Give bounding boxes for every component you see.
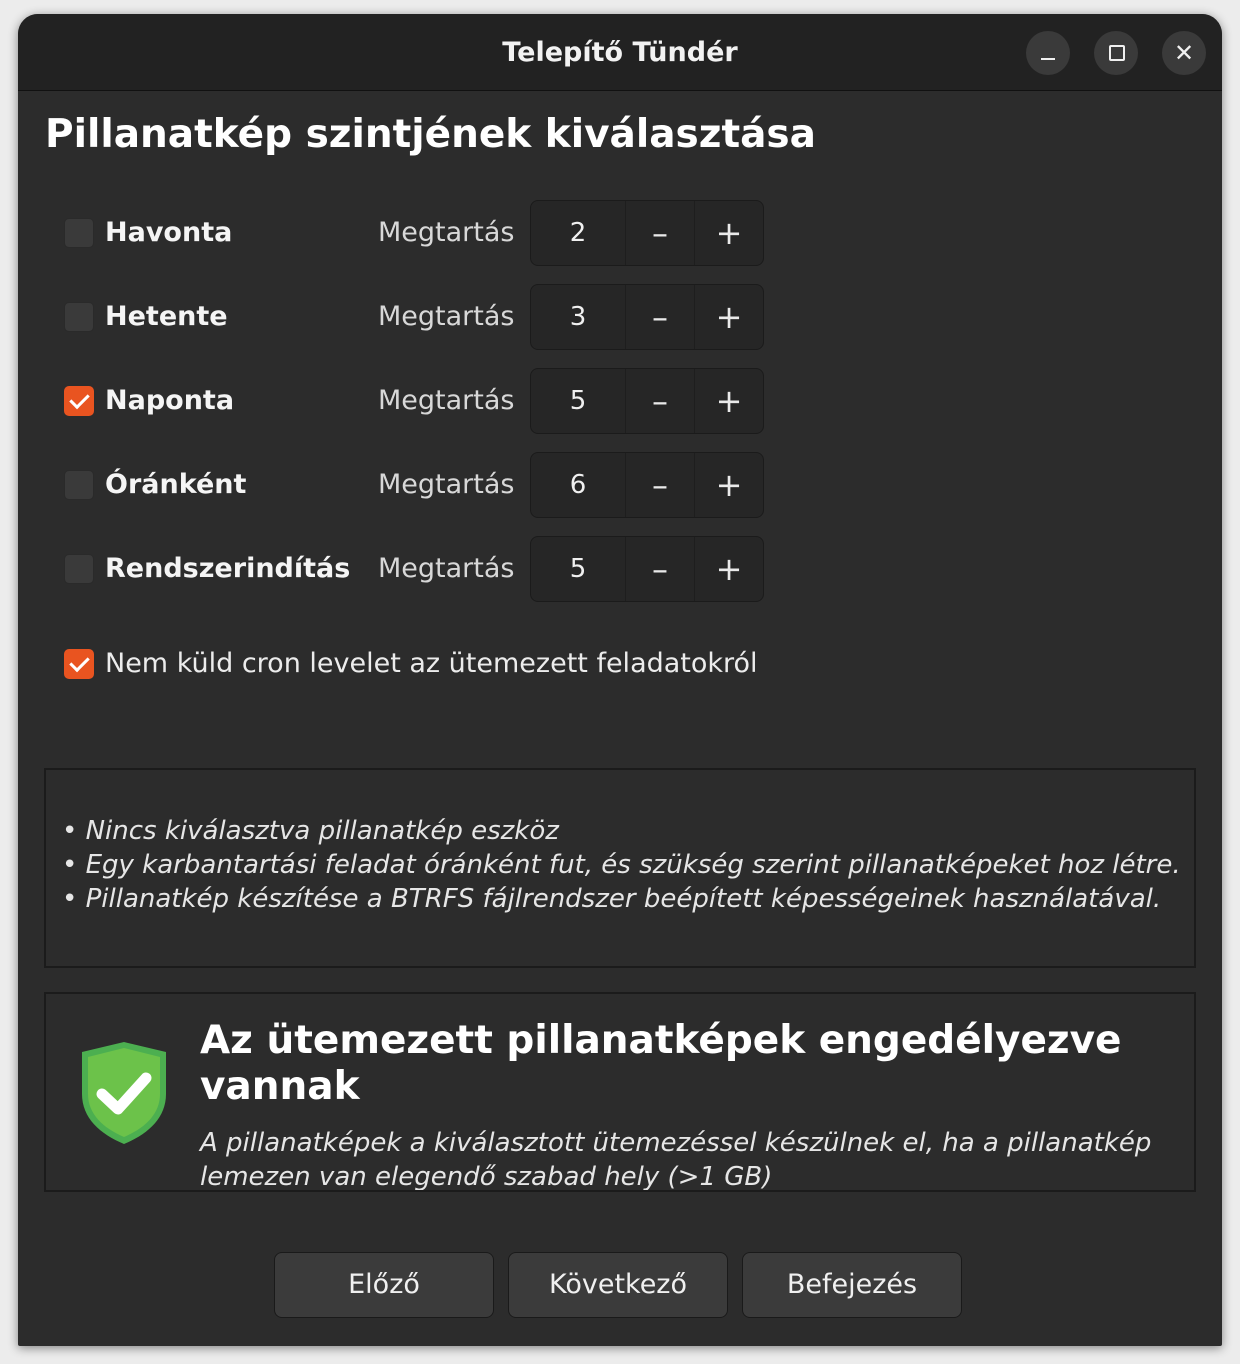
info-line-tool: • Nincs kiválasztva pillanatkép eszköz <box>62 816 559 846</box>
monthly-keep-spinner: 2 – + <box>530 200 764 266</box>
maximize-button[interactable] <box>1094 31 1138 75</box>
level-row-monthly: Havonta Megtartás 2 – + <box>18 200 1222 266</box>
shield-check-icon <box>82 1042 166 1144</box>
hourly-increment-button[interactable]: + <box>694 453 763 517</box>
boot-decrement-button[interactable]: – <box>625 537 694 601</box>
hourly-decrement-button[interactable]: – <box>625 453 694 517</box>
status-description: A pillanatképek a kiválasztott ütemezéss… <box>200 1128 1152 1192</box>
level-row-boot: Rendszerindítás Megtartás 5 – + <box>18 536 1222 602</box>
monthly-increment-button[interactable]: + <box>694 201 763 265</box>
monthly-checkbox[interactable] <box>64 218 94 248</box>
monthly-label: Havonta <box>105 217 233 248</box>
daily-keep-label: Megtartás <box>378 385 515 416</box>
level-row-weekly: Hetente Megtartás 3 – + <box>18 284 1222 350</box>
minimize-button[interactable] <box>1026 31 1070 75</box>
boot-label: Rendszerindítás <box>105 553 351 584</box>
monthly-decrement-button[interactable]: – <box>625 201 694 265</box>
daily-checkbox[interactable] <box>64 386 94 416</box>
hourly-keep-spinner: 6 – + <box>530 452 764 518</box>
hourly-checkbox[interactable] <box>64 470 94 500</box>
hourly-keep-value[interactable]: 6 <box>531 453 625 517</box>
daily-keep-value[interactable]: 5 <box>531 369 625 433</box>
daily-decrement-button[interactable]: – <box>625 369 694 433</box>
info-line-maintenance: • Egy karbantartási feladat óránként fut… <box>62 850 1181 880</box>
monthly-keep-label: Megtartás <box>378 217 515 248</box>
minimize-icon <box>1041 58 1055 60</box>
boot-increment-button[interactable]: + <box>694 537 763 601</box>
close-button[interactable]: ✕ <box>1162 31 1206 75</box>
cron-option-row: Nem küld cron levelet az ütemezett felad… <box>18 642 1222 686</box>
title-bar[interactable]: Telepítő Tündér ✕ <box>18 14 1222 91</box>
weekly-increment-button[interactable]: + <box>694 285 763 349</box>
daily-increment-button[interactable]: + <box>694 369 763 433</box>
info-line-btrfs: • Pillanatkép készítése a BTRFS fájlrend… <box>62 884 1162 914</box>
monthly-keep-value[interactable]: 2 <box>531 201 625 265</box>
daily-label: Naponta <box>105 385 235 416</box>
hourly-keep-label: Megtartás <box>378 469 515 500</box>
boot-keep-spinner: 5 – + <box>530 536 764 602</box>
wizard-window: Telepítő Tündér ✕ Pillanatkép szintjének… <box>18 14 1222 1346</box>
cron-checkbox[interactable] <box>64 649 94 679</box>
boot-checkbox[interactable] <box>64 554 94 584</box>
next-button[interactable]: Következő <box>508 1252 728 1318</box>
weekly-keep-spinner: 3 – + <box>530 284 764 350</box>
maximize-icon <box>1109 45 1125 61</box>
level-row-daily: Naponta Megtartás 5 – + <box>18 368 1222 434</box>
finish-button[interactable]: Befejezés <box>742 1252 962 1318</box>
weekly-keep-label: Megtartás <box>378 301 515 332</box>
weekly-keep-value[interactable]: 3 <box>531 285 625 349</box>
weekly-label: Hetente <box>105 301 228 332</box>
previous-button[interactable]: Előző <box>274 1252 494 1318</box>
close-icon: ✕ <box>1173 39 1195 67</box>
weekly-checkbox[interactable] <box>64 302 94 332</box>
status-title: Az ütemezett pillanatképek engedélyezve … <box>200 1018 1122 1109</box>
page-title: Pillanatkép szintjének kiválasztása <box>45 112 816 157</box>
hourly-label: Óránként <box>105 469 247 500</box>
boot-keep-label: Megtartás <box>378 553 515 584</box>
daily-keep-spinner: 5 – + <box>530 368 764 434</box>
cron-label: Nem küld cron levelet az ütemezett felad… <box>105 648 758 679</box>
status-panel: Az ütemezett pillanatképek engedélyezve … <box>44 992 1196 1192</box>
level-row-hourly: Óránként Megtartás 6 – + <box>18 452 1222 518</box>
weekly-decrement-button[interactable]: – <box>625 285 694 349</box>
boot-keep-value[interactable]: 5 <box>531 537 625 601</box>
info-panel: • Nincs kiválasztva pillanatkép eszköz •… <box>44 768 1196 968</box>
